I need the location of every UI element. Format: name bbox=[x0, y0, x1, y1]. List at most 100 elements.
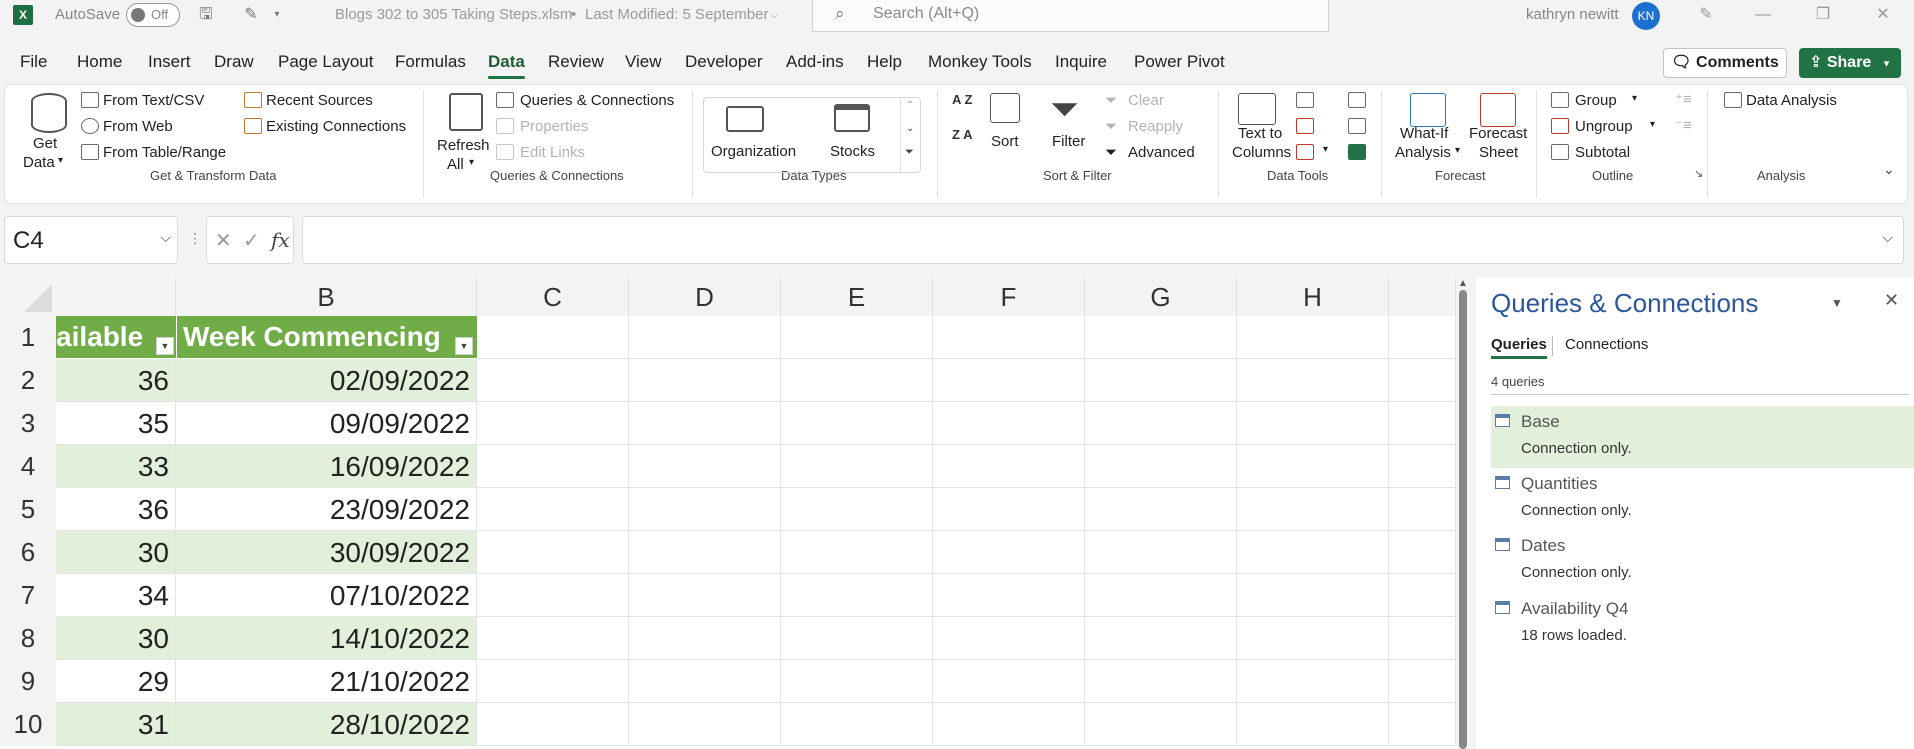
query-item[interactable]: Base Connection only. bbox=[1491, 406, 1914, 468]
data-analysis-button[interactable]: Data Analysis bbox=[1746, 92, 1837, 109]
empty-cell[interactable] bbox=[477, 488, 629, 531]
empty-cell[interactable] bbox=[933, 488, 1085, 531]
reapply-button[interactable]: Reapply bbox=[1128, 118, 1183, 135]
empty-cell[interactable] bbox=[1085, 617, 1237, 660]
empty-cell[interactable] bbox=[629, 488, 781, 531]
empty-cell[interactable] bbox=[477, 402, 629, 445]
empty-cell[interactable] bbox=[1389, 445, 1456, 488]
empty-cell[interactable] bbox=[933, 316, 1085, 359]
empty-cell[interactable] bbox=[781, 316, 933, 359]
empty-cell[interactable] bbox=[933, 703, 1085, 746]
cancel-icon[interactable]: ✕ bbox=[215, 228, 232, 253]
empty-cell[interactable] bbox=[1085, 402, 1237, 445]
tab-file[interactable]: File bbox=[20, 52, 47, 72]
column-header-i[interactable] bbox=[1389, 278, 1456, 316]
flash-fill-icon[interactable] bbox=[1296, 92, 1314, 108]
stocks-button[interactable]: Stocks bbox=[830, 143, 875, 160]
chevron-down-icon[interactable]: ⌵ bbox=[1882, 229, 1893, 246]
formula-input[interactable]: ⌵ bbox=[302, 216, 1904, 264]
tab-power-pivot[interactable]: Power Pivot bbox=[1134, 52, 1225, 72]
chevron-down-icon[interactable]: ▾ bbox=[58, 155, 63, 166]
empty-cell[interactable] bbox=[477, 445, 629, 488]
empty-cell[interactable] bbox=[781, 574, 933, 617]
query-item[interactable]: Quantities Connection only. bbox=[1491, 468, 1914, 530]
empty-cell[interactable] bbox=[629, 703, 781, 746]
empty-cell[interactable] bbox=[1085, 316, 1237, 359]
available-cell[interactable]: 35 bbox=[56, 402, 176, 445]
tab-queries[interactable]: Queries bbox=[1491, 336, 1547, 359]
select-all-corner[interactable] bbox=[0, 278, 56, 316]
user-name[interactable]: kathryn newitt bbox=[1526, 6, 1619, 23]
dialog-launcher-icon[interactable]: ↘ bbox=[1694, 167, 1703, 180]
week-commencing-cell[interactable]: 09/09/2022 bbox=[176, 402, 477, 445]
column-header-f[interactable]: F bbox=[933, 278, 1085, 316]
column-header-b[interactable]: B bbox=[176, 278, 477, 316]
chevron-down-icon[interactable]: ▾ bbox=[1884, 58, 1890, 70]
empty-cell[interactable] bbox=[1237, 445, 1389, 488]
empty-cell[interactable] bbox=[1085, 531, 1237, 574]
insert-function-button[interactable]: fx bbox=[271, 228, 290, 252]
week-commencing-cell[interactable]: 14/10/2022 bbox=[176, 617, 477, 660]
row-header[interactable]: 9 bbox=[0, 660, 56, 703]
consolidate-icon[interactable] bbox=[1348, 92, 1366, 108]
week-commencing-cell[interactable]: 07/10/2022 bbox=[176, 574, 477, 617]
column-header-g[interactable]: G bbox=[1085, 278, 1237, 316]
queries-connections-button[interactable]: Queries & Connections bbox=[520, 92, 674, 109]
week-commencing-cell[interactable]: 28/10/2022 bbox=[176, 703, 477, 746]
empty-cell[interactable] bbox=[629, 316, 781, 359]
empty-cell[interactable] bbox=[1085, 359, 1237, 402]
empty-cell[interactable] bbox=[1389, 402, 1456, 445]
empty-cell[interactable] bbox=[629, 574, 781, 617]
refresh-all-label-2[interactable]: All bbox=[447, 156, 464, 173]
from-text-csv-button[interactable]: From Text/CSV bbox=[103, 92, 204, 109]
forecast-sheet-label-2[interactable]: Sheet bbox=[1479, 144, 1518, 161]
tab-draw[interactable]: Draw bbox=[214, 52, 254, 72]
tab-page-layout[interactable]: Page Layout bbox=[278, 52, 373, 72]
available-cell[interactable]: 31 bbox=[56, 703, 176, 746]
form-icon[interactable]: ✎ bbox=[240, 4, 262, 26]
data-model-icon[interactable] bbox=[1348, 144, 1366, 160]
available-cell[interactable]: 36 bbox=[56, 359, 176, 402]
text-to-columns-label-2[interactable]: Columns bbox=[1232, 144, 1291, 161]
available-cell[interactable]: 33 bbox=[56, 445, 176, 488]
get-data-label-2[interactable]: Data bbox=[23, 154, 55, 171]
what-if-label-2[interactable]: Analysis bbox=[1395, 144, 1451, 161]
empty-cell[interactable] bbox=[477, 660, 629, 703]
forecast-sheet-label[interactable]: Forecast bbox=[1469, 125, 1527, 142]
available-cell[interactable]: 30 bbox=[56, 617, 176, 660]
organization-button[interactable]: Organization bbox=[711, 143, 796, 160]
chevron-down-icon[interactable]: ▾ bbox=[469, 157, 474, 168]
empty-cell[interactable] bbox=[629, 445, 781, 488]
empty-cell[interactable] bbox=[781, 402, 933, 445]
empty-cell[interactable] bbox=[629, 359, 781, 402]
table-header-cell[interactable]: ailable ▼ bbox=[56, 316, 176, 358]
empty-cell[interactable] bbox=[1237, 574, 1389, 617]
tab-developer[interactable]: Developer bbox=[685, 52, 763, 72]
data-types-gallery[interactable]: Organization Stocks ⌃ ⌄ ⏷ bbox=[703, 97, 921, 173]
tab-add-ins[interactable]: Add-ins bbox=[786, 52, 844, 72]
vertical-scrollbar[interactable]: ▲ bbox=[1456, 278, 1476, 749]
chevron-down-icon[interactable]: ▾ bbox=[1650, 119, 1655, 130]
tab-view[interactable]: View bbox=[625, 52, 662, 72]
table-header-cell[interactable]: Week Commencing ▼ bbox=[176, 316, 477, 358]
available-cell[interactable]: 36 bbox=[56, 488, 176, 531]
empty-cell[interactable] bbox=[1085, 445, 1237, 488]
empty-cell[interactable] bbox=[1085, 660, 1237, 703]
empty-cell[interactable] bbox=[629, 660, 781, 703]
empty-cell[interactable] bbox=[1389, 488, 1456, 531]
available-cell[interactable]: 29 bbox=[56, 660, 176, 703]
empty-cell[interactable] bbox=[1237, 316, 1389, 359]
chevron-down-icon[interactable]: ▾ bbox=[1323, 144, 1328, 155]
empty-cell[interactable] bbox=[477, 574, 629, 617]
column-header-c[interactable]: C bbox=[477, 278, 629, 316]
empty-cell[interactable] bbox=[1237, 402, 1389, 445]
row-header[interactable]: 5 bbox=[0, 488, 56, 531]
empty-cell[interactable] bbox=[629, 531, 781, 574]
empty-cell[interactable] bbox=[1389, 574, 1456, 617]
empty-cell[interactable] bbox=[933, 402, 1085, 445]
tab-review[interactable]: Review bbox=[548, 52, 604, 72]
recent-sources-button[interactable]: Recent Sources bbox=[266, 92, 373, 109]
tab-monkey-tools[interactable]: Monkey Tools bbox=[928, 52, 1032, 72]
row-header[interactable]: 6 bbox=[0, 531, 56, 574]
from-table-range-button[interactable]: From Table/Range bbox=[103, 144, 226, 161]
